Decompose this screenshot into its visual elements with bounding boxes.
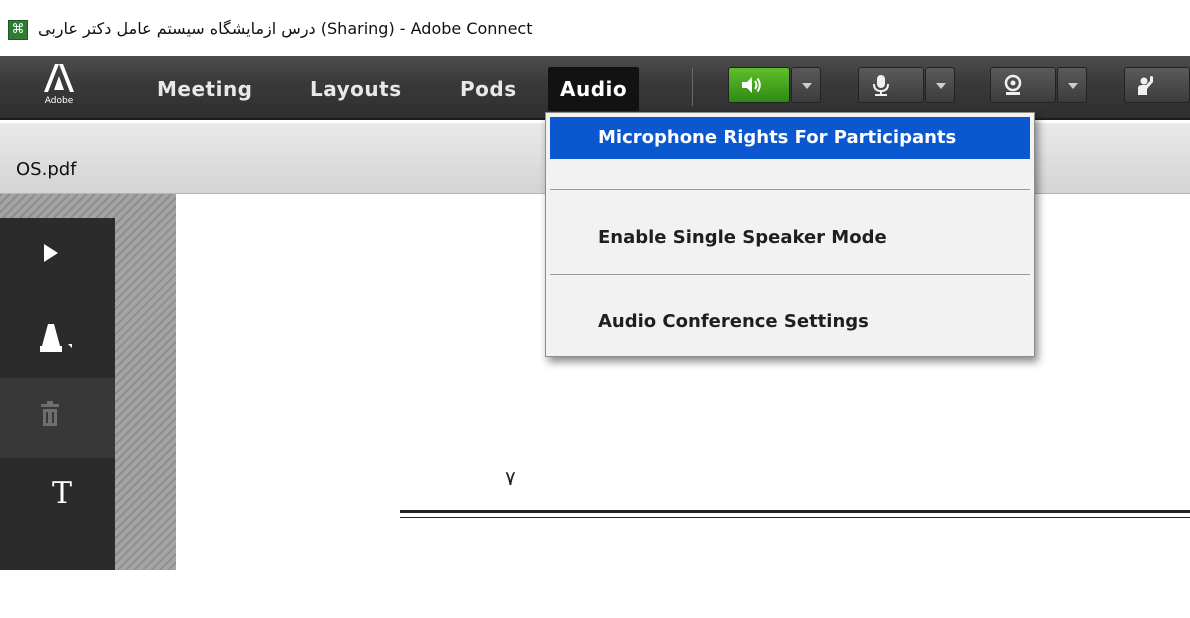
adobe-logo-icon — [44, 64, 74, 92]
menu-divider — [550, 189, 1030, 190]
page-number: ٧ — [505, 466, 516, 490]
pod-title: OS.pdf — [16, 159, 77, 180]
window-titlebar: ⌘ درس ازمایشگاه سیستم عامل دکتر عاربی (S… — [0, 0, 1190, 56]
page-rule-thick — [400, 510, 1190, 513]
raise-hand-button[interactable] — [1124, 67, 1190, 103]
chevron-down-icon — [802, 83, 812, 89]
highlighter-tool[interactable] — [0, 298, 115, 378]
speaker-button[interactable] — [728, 67, 790, 103]
text-tool-icon: T — [52, 476, 73, 511]
speaker-icon — [742, 77, 761, 93]
menu-item-microphone-rights[interactable]: Microphone Rights For Participants — [550, 117, 1030, 159]
page-rule-thin — [400, 517, 1190, 518]
pointer-icon — [44, 244, 58, 262]
menu-layouts[interactable]: Layouts — [310, 74, 402, 104]
audio-menu-dropdown: Microphone Rights For Participants Enabl… — [545, 112, 1035, 357]
highlighter-icon — [40, 324, 72, 352]
shape-icon — [41, 575, 69, 596]
chevron-down-icon — [1068, 83, 1078, 89]
menu-divider — [550, 274, 1030, 275]
pointer-tool[interactable] — [0, 218, 115, 298]
webcam-button[interactable] — [990, 67, 1056, 103]
speaker-dropdown-button[interactable] — [791, 67, 821, 103]
menu-item-single-speaker-mode[interactable]: Enable Single Speaker Mode — [550, 213, 1030, 263]
webcam-dropdown-button[interactable] — [1057, 67, 1087, 103]
microphone-button[interactable] — [858, 67, 924, 103]
microphone-icon — [873, 75, 889, 96]
menu-separator — [692, 68, 693, 106]
microphone-dropdown-button[interactable] — [925, 67, 955, 103]
menu-audio[interactable]: Audio — [548, 67, 640, 111]
trash-icon — [41, 401, 59, 426]
adobe-connect-app-icon: ⌘ — [8, 20, 28, 40]
webcam-icon — [1004, 74, 1022, 95]
menu-item-audio-conference-settings[interactable]: Audio Conference Settings — [550, 297, 1030, 347]
chevron-down-icon — [936, 83, 946, 89]
menu-pods[interactable]: Pods — [460, 74, 517, 104]
whiteboard-toolbar: T — [0, 218, 115, 596]
menu-meeting[interactable]: Meeting — [157, 74, 253, 104]
delete-tool[interactable] — [0, 378, 115, 458]
raise-hand-icon — [1138, 76, 1153, 95]
window-title: درس ازمایشگاه سیستم عامل دکتر عاربی (Sha… — [38, 19, 533, 38]
adobe-logo: Adobe — [34, 60, 84, 112]
adobe-logo-text: Adobe — [44, 96, 74, 106]
shape-tool[interactable] — [0, 538, 115, 618]
text-tool[interactable]: T — [0, 458, 115, 538]
menu-bar: Adobe Meeting Layouts Pods Audio — [0, 56, 1190, 120]
